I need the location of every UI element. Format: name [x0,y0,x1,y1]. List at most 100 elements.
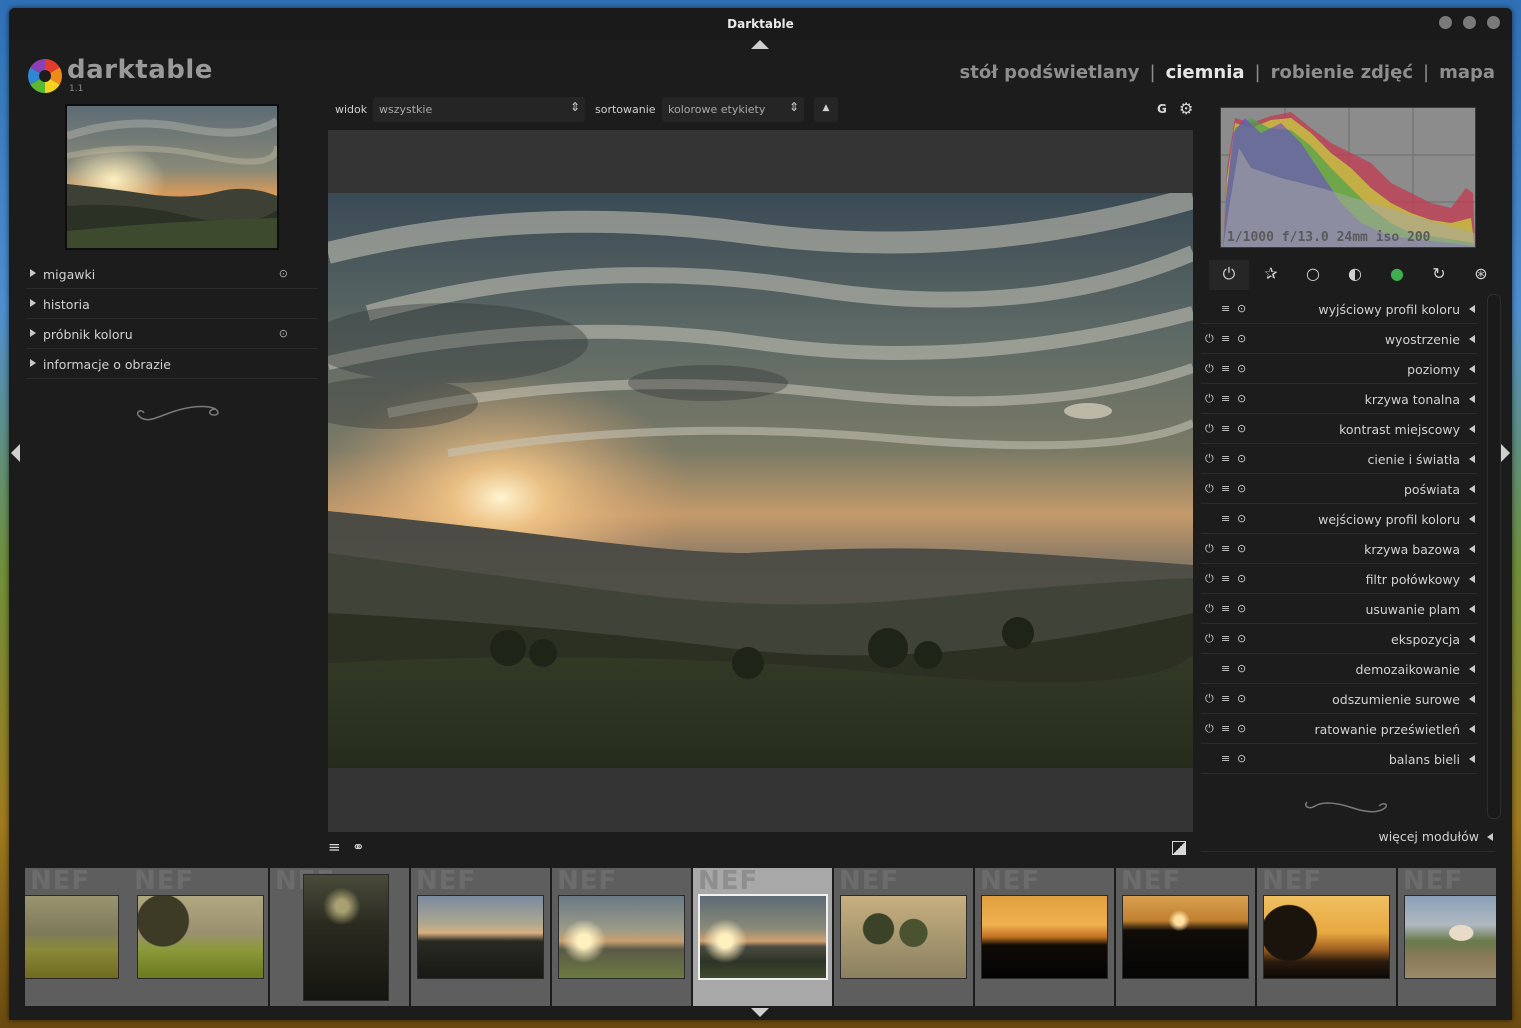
reset-icon[interactable]: ⊙ [1237,572,1246,585]
grouping-button[interactable]: G [1157,102,1167,116]
module-raw-denoise[interactable]: ⏻ ≡ ⊙ odszumienie surowe [1201,684,1477,714]
filmstrip-thumbnail[interactable]: NEF [270,868,409,1006]
more-modules-button[interactable]: więcej modułów [1201,828,1495,852]
presets-icon[interactable]: ≡ [1221,632,1230,645]
module-spot-removal[interactable]: ⏻ ≡ ⊙ usuwanie plam [1201,594,1477,624]
collapse-left-panel-arrow-icon[interactable] [11,444,20,462]
power-icon[interactable]: ⏻ [1205,362,1214,376]
module-shadows-highlights[interactable]: ⏻ ≡ ⊙ cienie i światła [1201,444,1477,474]
module-image-information[interactable]: informacje o obrazie [26,349,318,379]
power-icon[interactable]: ⏻ [1205,602,1214,616]
module-levels[interactable]: ⏻ ≡ ⊙ poziomy [1201,354,1477,384]
presets-icon[interactable]: ≡ [1221,332,1230,345]
presets-icon[interactable]: ≡ [1221,692,1230,705]
filmstrip-thumbnail[interactable]: NEF [1257,868,1396,1006]
reset-icon[interactable]: ⊙ [1237,602,1246,615]
filmstrip-thumbnail[interactable]: NEF [411,868,550,1006]
star-icon[interactable]: ✰ [1251,260,1291,290]
reset-icon[interactable]: ⊙ [1237,302,1246,315]
filmstrip-thumbnail[interactable]: NEF [1398,868,1496,1006]
module-exposure[interactable]: ⏻ ≡ ⊙ ekspozycja [1201,624,1477,654]
main-image[interactable] [328,193,1193,768]
view-lighttable[interactable]: stół podświetlany [960,62,1140,83]
power-icon[interactable]: ⏻ [1209,260,1249,290]
reset-icon[interactable]: ⊙ [279,267,288,280]
presets-icon[interactable]: ≡ [1221,362,1230,375]
reset-icon[interactable]: ⊙ [1237,482,1246,495]
module-highlight-reconstruction[interactable]: ⏻ ≡ ⊙ ratowanie prześwietleń [1201,714,1477,744]
module-snapshots[interactable]: migawki ⊙ [26,259,318,289]
filmstrip-thumbnail[interactable]: NEF [1116,868,1255,1006]
close-button[interactable] [1487,16,1500,29]
reset-icon[interactable]: ⊙ [1237,632,1246,645]
reset-icon[interactable]: ⊙ [1237,692,1246,705]
module-graduated-density[interactable]: ⏻ ≡ ⊙ filtr połówkowy [1201,564,1477,594]
presets-icon[interactable]: ≡ [1221,512,1230,525]
module-base-curve[interactable]: ⏻ ≡ ⊙ krzywa bazowa [1201,534,1477,564]
power-icon[interactable]: ⏻ [1205,482,1214,496]
maximize-button[interactable] [1463,16,1476,29]
presets-icon[interactable]: ≡ [1221,422,1230,435]
reset-icon[interactable]: ⊙ [1237,662,1246,675]
module-tone-curve[interactable]: ⏻ ≡ ⊙ krzywa tonalna [1201,384,1477,414]
sort-direction-button[interactable]: ▲ [814,97,838,122]
module-output-color-profile[interactable]: ≡ ⊙ wyjściowy profil koloru [1201,294,1477,324]
module-color-picker[interactable]: próbnik koloru ⊙ [26,319,318,349]
module-white-balance[interactable]: ≡ ⊙ balans bieli [1201,744,1477,774]
menu-icon[interactable]: ≡ [328,838,341,856]
power-icon[interactable]: ⏻ [1205,392,1214,406]
reset-icon[interactable]: ⊙ [1237,452,1246,465]
view-map[interactable]: mapa [1439,62,1495,83]
module-input-color-profile[interactable]: ≡ ⊙ wejściowy profil koloru [1201,504,1477,534]
power-icon[interactable]: ⏻ [1205,632,1214,646]
overexposure-toggle-icon[interactable] [1172,841,1186,855]
presets-icon[interactable]: ≡ [1221,572,1230,585]
reset-icon[interactable]: ⊙ [1237,722,1246,735]
power-icon[interactable]: ⏻ [1205,722,1214,736]
reset-icon[interactable]: ⊙ [1237,512,1246,525]
power-icon[interactable]: ⏻ [1205,422,1214,436]
module-history[interactable]: historia [26,289,318,319]
filmstrip-thumbnail[interactable]: NEF [552,868,691,1006]
reset-icon[interactable]: ⊙ [1237,752,1246,765]
presets-icon[interactable]: ≡ [1221,752,1230,765]
histogram[interactable]: 1/1000 f/13.0 24mm iso 200 [1220,107,1476,248]
rotate-icon[interactable]: ↻ [1419,260,1459,290]
power-icon[interactable]: ⏻ [1205,572,1214,586]
aperture-icon[interactable]: ⊛ [1461,260,1501,290]
presets-icon[interactable]: ≡ [1221,662,1230,675]
right-panel-scrollbar[interactable] [1487,294,1501,819]
power-icon[interactable]: ⏻ [1205,332,1214,346]
half-circle-icon[interactable]: ◐ [1335,260,1375,290]
reset-icon[interactable]: ⊙ [1237,332,1246,345]
styles-icon[interactable]: ⚭ [352,838,365,856]
presets-icon[interactable]: ≡ [1221,392,1230,405]
reset-icon[interactable]: ⊙ [1237,362,1246,375]
power-icon[interactable]: ⏻ [1205,692,1214,706]
collapse-filmstrip-arrow-icon[interactable] [751,1008,769,1017]
filmstrip-thumbnail[interactable]: NEF [129,868,268,1006]
module-sharpen[interactable]: ⏻ ≡ ⊙ wyostrzenie [1201,324,1477,354]
circle-icon[interactable]: ○ [1293,260,1333,290]
view-tethering[interactable]: robienie zdjęć [1271,62,1413,83]
filmstrip-thumbnail[interactable]: NEF [834,868,973,1006]
presets-icon[interactable]: ≡ [1221,602,1230,615]
presets-icon[interactable]: ≡ [1221,302,1230,315]
reset-icon[interactable]: ⊙ [279,327,288,340]
power-icon[interactable]: ⏻ [1205,452,1214,466]
navigation-preview[interactable] [65,104,279,250]
filmstrip-thumbnail-selected[interactable]: NEF [693,868,832,1006]
presets-icon[interactable]: ≡ [1221,452,1230,465]
presets-icon[interactable]: ≡ [1221,542,1230,555]
presets-icon[interactable]: ≡ [1221,482,1230,495]
gear-icon[interactable]: ⚙ [1179,99,1193,118]
reset-icon[interactable]: ⊙ [1237,422,1246,435]
view-filter-select[interactable]: wszystkie ⇕ [373,97,585,122]
power-icon[interactable]: ⏻ [1205,542,1214,556]
module-local-contrast[interactable]: ⏻ ≡ ⊙ kontrast miejscowy [1201,414,1477,444]
reset-icon[interactable]: ⊙ [1237,392,1246,405]
filmstrip-thumbnail[interactable]: NEF [975,868,1114,1006]
collapse-top-panel-arrow-icon[interactable] [751,40,769,49]
color-wheel-icon[interactable]: ● [1377,260,1417,290]
view-darkroom[interactable]: ciemnia [1166,62,1245,83]
